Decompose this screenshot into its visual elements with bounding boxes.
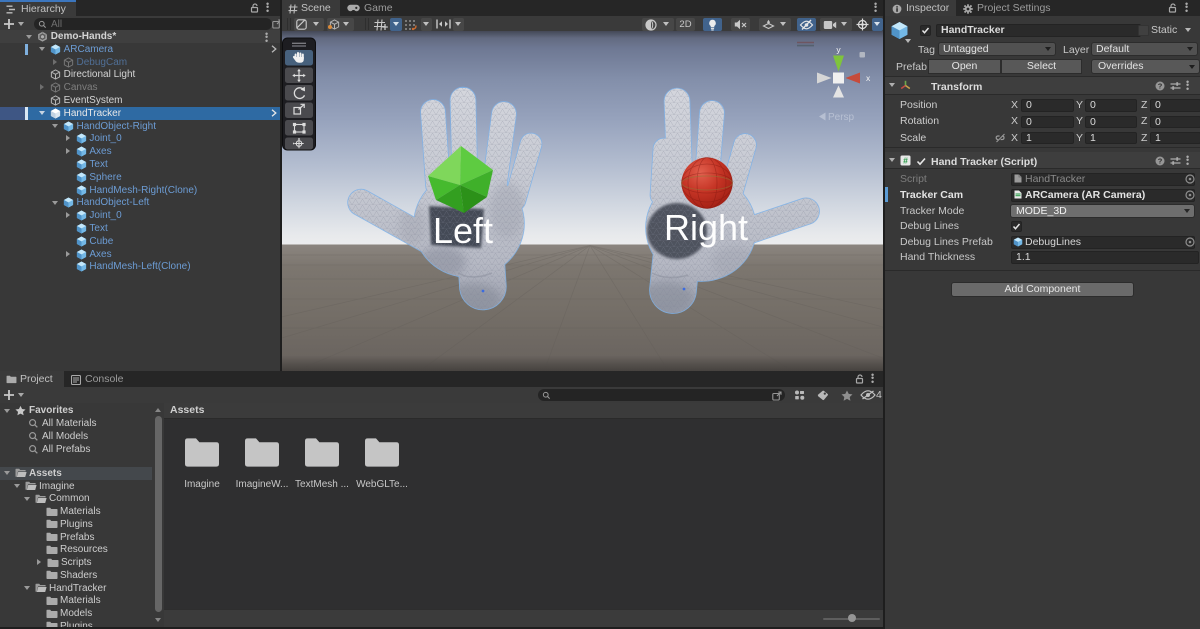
svg-text:#: # [903,155,908,165]
svg-text:?: ? [1158,156,1163,165]
svg-text:?: ? [1158,81,1163,90]
svg-text:Left: Left [433,210,493,251]
svg-text:Right: Right [664,207,748,248]
svg-text:Persp: Persp [828,112,855,123]
